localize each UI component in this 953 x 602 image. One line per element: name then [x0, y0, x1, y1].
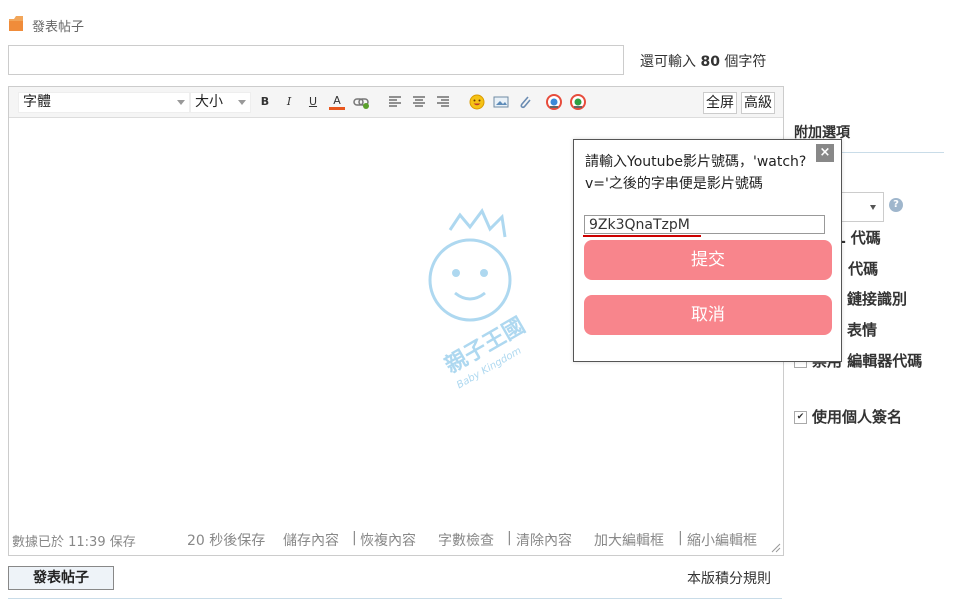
italic-button[interactable]: I	[281, 94, 297, 110]
baby-kingdom-watermark-logo: 親子王國 Baby Kingdom	[428, 208, 530, 391]
underline-button[interactable]: U	[305, 94, 321, 110]
remaining-prefix: 還可輸入	[640, 54, 696, 70]
option-use-signature[interactable]: ✔ 使用個人簽名	[794, 406, 902, 427]
submit-post-button[interactable]: 發表帖子	[8, 566, 114, 590]
align-center-icon[interactable]	[411, 94, 427, 110]
dialog-message: 請輸入Youtube影片號碼，'watch?v='之後的字串便是影片號碼	[585, 154, 807, 192]
divider	[8, 598, 782, 599]
separator: |	[507, 530, 512, 546]
editor-toolbar: 字體 大小 B I U A 全屏 高級	[9, 87, 783, 118]
link-icon[interactable]	[353, 94, 369, 110]
remaining-count: 80	[700, 54, 720, 70]
submit-button[interactable]: 提交	[584, 240, 832, 280]
attachment-icon[interactable]	[517, 94, 533, 110]
advanced-button[interactable]: 高級	[741, 92, 775, 114]
option-url-parse[interactable]: 鏈接識別	[847, 288, 907, 309]
checkbox-checked[interactable]: ✔	[794, 411, 807, 424]
editor-footer: 數據已於 11:39 保存 20 秒後保存 儲存內容 | 恢複內容 字數檢查 |…	[9, 523, 783, 555]
page-icon	[9, 16, 23, 31]
save-content-link[interactable]: 儲存內容	[283, 530, 339, 550]
bold-button[interactable]: B	[257, 94, 273, 110]
font-select-label: 字體	[23, 94, 51, 110]
media-icon[interactable]	[546, 94, 562, 110]
separator: |	[678, 530, 683, 546]
align-right-icon[interactable]	[435, 94, 451, 110]
separator: |	[352, 530, 357, 546]
annotation-underline	[583, 235, 701, 237]
size-select-label: 大小	[195, 94, 223, 110]
help-icon[interactable]: ?	[889, 198, 903, 212]
cancel-button[interactable]: 取消	[584, 295, 832, 335]
shrink-editor-link[interactable]: 縮小編輯框	[687, 530, 757, 550]
autosave-status: 數據已於 11:39 保存	[12, 535, 136, 550]
option-smilies[interactable]: 表情	[847, 319, 877, 340]
smiley-icon[interactable]	[469, 94, 485, 110]
subject-input[interactable]	[8, 45, 624, 75]
option-html-code[interactable]: L 代碼	[836, 227, 881, 248]
font-color-button[interactable]: A	[329, 94, 345, 110]
restore-content-link[interactable]: 恢複內容	[360, 530, 416, 550]
clear-content-link[interactable]: 清除內容	[516, 530, 572, 550]
size-select[interactable]: 大小	[190, 92, 251, 113]
char-check-link[interactable]: 字數檢查	[438, 530, 494, 550]
chevron-down-icon	[177, 100, 185, 105]
chevron-down-icon	[870, 205, 876, 210]
resize-handle-icon[interactable]	[771, 543, 781, 553]
youtube-icon[interactable]	[570, 94, 586, 110]
enlarge-editor-link[interactable]: 加大編輯框	[594, 530, 664, 550]
rules-link[interactable]: 本版積分規則	[687, 568, 771, 588]
remaining-suffix: 個字符	[724, 54, 767, 70]
option-bbcode[interactable]: ] 代碼	[836, 258, 878, 279]
youtube-dialog: × 請輸入Youtube影片號碼，'watch?v='之後的字串便是影片號碼 9…	[573, 139, 842, 362]
align-left-icon[interactable]	[387, 94, 403, 110]
chevron-down-icon	[238, 100, 246, 105]
image-icon[interactable]	[493, 94, 509, 110]
font-select[interactable]: 字體	[18, 92, 190, 113]
option-label: 使用個人簽名	[812, 408, 903, 426]
page-title: 發表帖子	[32, 20, 85, 35]
autosave-countdown: 20 秒後保存	[187, 533, 266, 549]
remaining-chars: 還可輸入 80 個字符	[640, 51, 766, 71]
youtube-id-input[interactable]: 9Zk3QnaTzpM	[584, 215, 825, 234]
fullscreen-button[interactable]: 全屏	[703, 92, 737, 114]
